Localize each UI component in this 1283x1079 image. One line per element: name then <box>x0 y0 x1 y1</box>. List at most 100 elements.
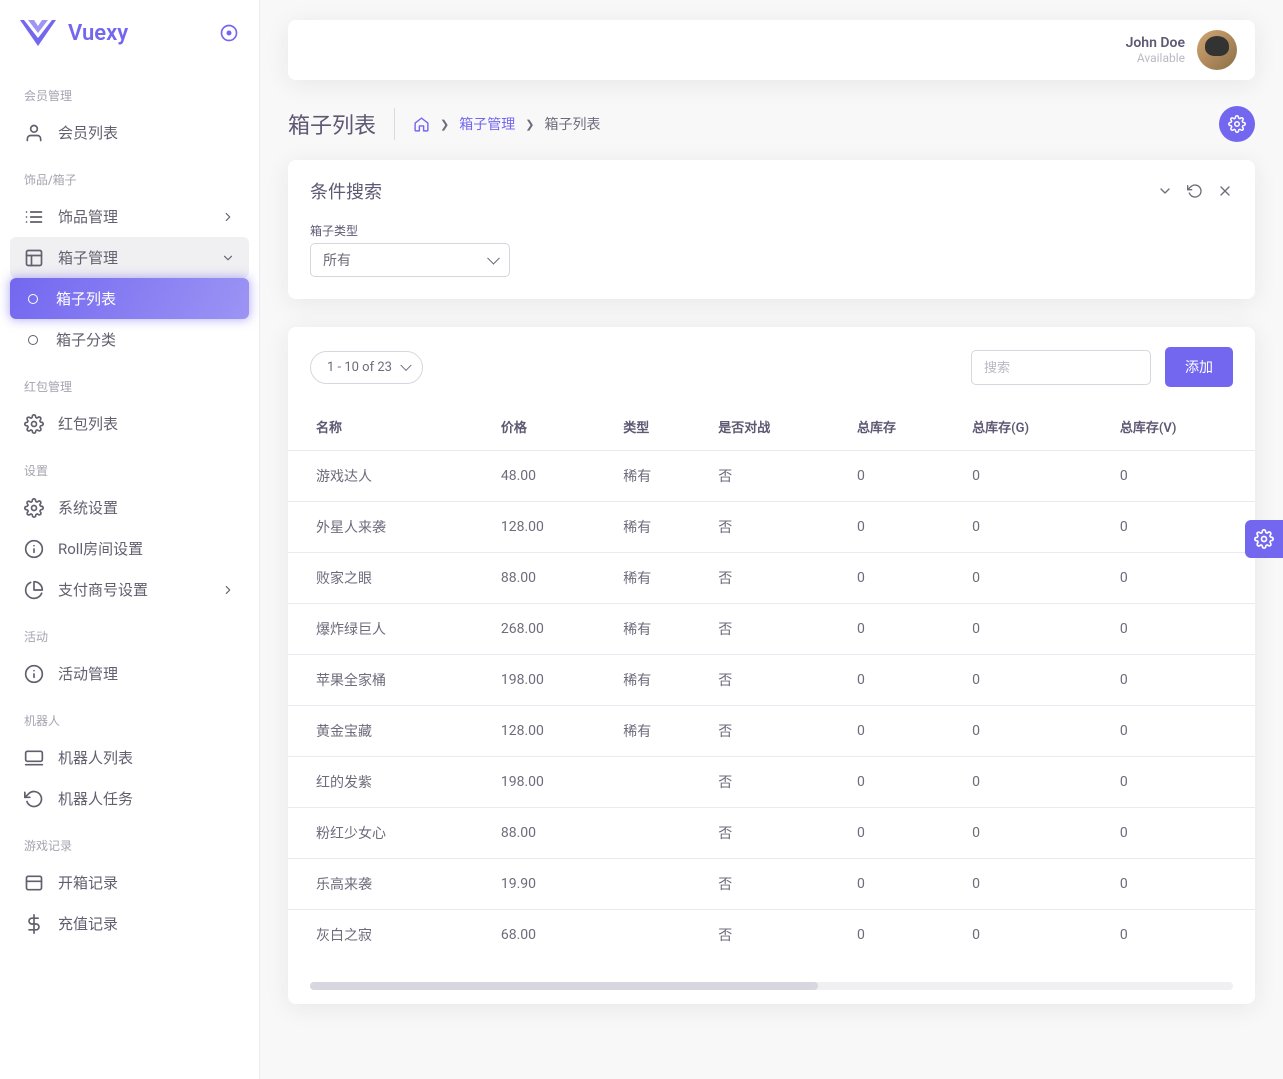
sidebar-item[interactable]: 饰品管理 <box>10 196 249 237</box>
table-cell: 88.00 <box>489 808 611 859</box>
horizontal-scrollbar[interactable] <box>310 982 1233 990</box>
sidebar-item-label: 箱子管理 <box>58 247 118 268</box>
sidebar-item[interactable]: 会员列表 <box>10 112 249 153</box>
gear-icon <box>1228 115 1246 133</box>
sidebar-subitem[interactable]: 箱子分类 <box>10 319 249 360</box>
sidebar-item-label: 支付商号设置 <box>58 579 148 600</box>
search-input[interactable] <box>971 350 1151 385</box>
settings-dropdown-button[interactable] <box>1219 106 1255 142</box>
table-row[interactable]: 红的发紫198.00否000 <box>288 757 1255 808</box>
table-cell: 0 <box>960 757 1108 808</box>
filter-type-label: 箱子类型 <box>310 222 1233 239</box>
pager-dropdown[interactable]: 1 - 10 of 23 <box>310 351 423 384</box>
table-cell: 否 <box>706 553 845 604</box>
table-cell <box>611 910 706 961</box>
table-cell: 0 <box>845 553 960 604</box>
pie-icon <box>24 580 44 600</box>
filter-card-title: 条件搜索 <box>310 178 382 204</box>
table-cell: 灰白之寂 <box>288 910 489 961</box>
sidebar: Vuexy 会员管理会员列表饰品/箱子饰品管理箱子管理箱子列表箱子分类红包管理红… <box>0 0 260 1079</box>
gear-icon <box>1254 529 1274 549</box>
table-cell: 0 <box>960 910 1108 961</box>
column-header[interactable]: 总库存(V) <box>1108 403 1255 451</box>
column-header[interactable]: 是否对战 <box>706 403 845 451</box>
table-row[interactable]: 爆炸绿巨人268.00稀有否000 <box>288 604 1255 655</box>
table-cell: 粉红少女心 <box>288 808 489 859</box>
sidebar-item[interactable]: 活动管理 <box>10 653 249 694</box>
table-cell: 0 <box>1108 859 1255 910</box>
pin-toggle-icon[interactable] <box>219 23 239 43</box>
sidebar-item-label: 活动管理 <box>58 663 118 684</box>
column-header[interactable]: 总库存 <box>845 403 960 451</box>
refresh-icon[interactable] <box>1187 183 1203 199</box>
dollar-icon <box>24 914 44 934</box>
table-cell: 0 <box>1108 706 1255 757</box>
box-icon <box>24 873 44 893</box>
data-table: 名称价格类型是否对战总库存总库存(G)总库存(V) 游戏达人48.00稀有否00… <box>288 403 1255 960</box>
close-icon[interactable] <box>1217 183 1233 199</box>
sidebar-item[interactable]: 箱子管理 <box>10 237 249 278</box>
table-cell: 0 <box>845 757 960 808</box>
nav-group-title: 活动 <box>10 610 249 653</box>
sidebar-item[interactable]: 红包列表 <box>10 403 249 444</box>
table-row[interactable]: 外星人来袭128.00稀有否000 <box>288 502 1255 553</box>
table-cell: 0 <box>1108 910 1255 961</box>
table-cell: 稀有 <box>611 502 706 553</box>
column-header[interactable]: 总库存(G) <box>960 403 1108 451</box>
column-header[interactable]: 名称 <box>288 403 489 451</box>
table-cell: 0 <box>845 808 960 859</box>
table-row[interactable]: 粉红少女心88.00否000 <box>288 808 1255 859</box>
table-row[interactable]: 败家之眼88.00稀有否000 <box>288 553 1255 604</box>
chevron-right-icon: ❯ <box>525 118 534 131</box>
nav-group-title: 游戏记录 <box>10 819 249 862</box>
box-type-select[interactable]: 所有 <box>310 243 510 277</box>
sidebar-item-label: 充值记录 <box>58 913 118 934</box>
user-icon <box>24 123 44 143</box>
sidebar-item[interactable]: Roll房间设置 <box>10 528 249 569</box>
chevron-right-icon <box>221 210 235 224</box>
nav-group-title: 饰品/箱子 <box>10 153 249 196</box>
breadcrumb-link[interactable]: 箱子管理 <box>459 114 515 134</box>
column-header[interactable]: 价格 <box>489 403 611 451</box>
table-cell: 否 <box>706 502 845 553</box>
user-menu[interactable]: John Doe Available <box>1126 30 1237 70</box>
table-cell: 198.00 <box>489 655 611 706</box>
sidebar-item[interactable]: 充值记录 <box>10 903 249 944</box>
table-cell: 0 <box>845 706 960 757</box>
add-button[interactable]: 添加 <box>1165 347 1233 387</box>
table-cell: 外星人来袭 <box>288 502 489 553</box>
brand[interactable]: Vuexy <box>20 20 128 46</box>
sidebar-item-label: 系统设置 <box>58 497 118 518</box>
sidebar-subitem[interactable]: 箱子列表 <box>10 278 249 319</box>
chevron-down-icon[interactable] <box>1157 183 1173 199</box>
table-row[interactable]: 苹果全家桶198.00稀有否000 <box>288 655 1255 706</box>
table-cell: 稀有 <box>611 451 706 502</box>
home-icon[interactable] <box>413 116 430 133</box>
table-cell: 否 <box>706 859 845 910</box>
sidebar-item[interactable]: 机器人列表 <box>10 737 249 778</box>
table-cell: 黄金宝藏 <box>288 706 489 757</box>
table-row[interactable]: 灰白之寂68.00否000 <box>288 910 1255 961</box>
table-cell: 0 <box>1108 553 1255 604</box>
sidebar-item[interactable]: 机器人任务 <box>10 778 249 819</box>
sidebar-item-label: 机器人列表 <box>58 747 133 768</box>
table-cell: 268.00 <box>489 604 611 655</box>
sidebar-item[interactable]: 支付商号设置 <box>10 569 249 610</box>
list-icon <box>24 207 44 227</box>
sidebar-item[interactable]: 开箱记录 <box>10 862 249 903</box>
table-cell: 128.00 <box>489 706 611 757</box>
table-row[interactable]: 游戏达人48.00稀有否000 <box>288 451 1255 502</box>
circle-icon <box>28 294 38 304</box>
table-row[interactable]: 黄金宝藏128.00稀有否000 <box>288 706 1255 757</box>
user-name: John Doe <box>1126 35 1185 51</box>
sidebar-item[interactable]: 系统设置 <box>10 487 249 528</box>
column-header[interactable]: 类型 <box>611 403 706 451</box>
sidebar-item-label: Roll房间设置 <box>58 538 143 559</box>
table-cell: 否 <box>706 910 845 961</box>
topbar: John Doe Available <box>288 20 1255 80</box>
table-scroll[interactable]: 名称价格类型是否对战总库存总库存(G)总库存(V) 游戏达人48.00稀有否00… <box>288 403 1255 964</box>
theme-customizer-button[interactable] <box>1245 520 1283 558</box>
breadcrumb-current: 箱子列表 <box>544 114 600 134</box>
table-row[interactable]: 乐高来袭19.90否000 <box>288 859 1255 910</box>
table-cell: 0 <box>1108 655 1255 706</box>
